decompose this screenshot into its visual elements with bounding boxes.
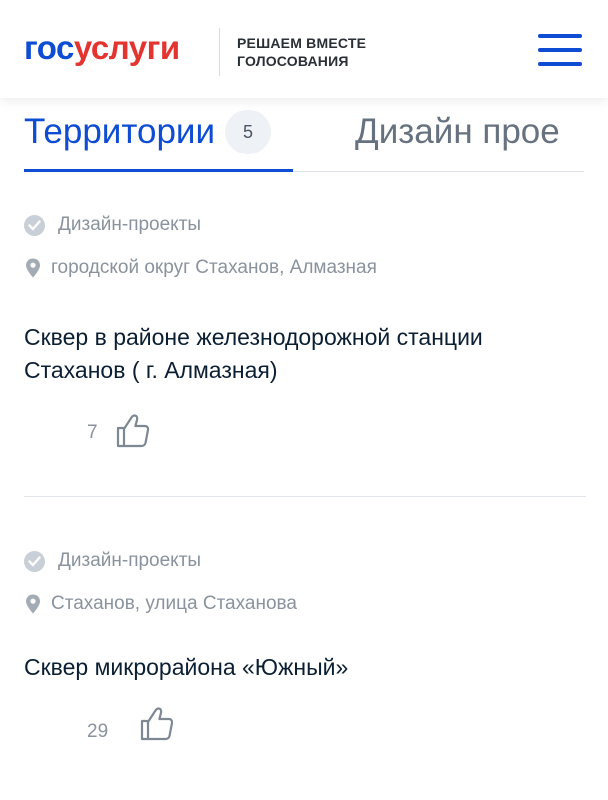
tagline-line-2: ГОЛОСОВАНИЯ [237,53,349,69]
tab-design-projects-label: Дизайн прое [355,112,560,151]
app-header: госуслуги РЕШАЕМ ВМЕСТЕ ГОЛОСОВАНИЯ [0,0,608,98]
project-card[interactable]: Дизайн-проекты Стаханов, улица Стаханова… [24,546,584,752]
like-count: 7 [87,422,98,443]
thumbs-up-icon[interactable] [140,706,174,742]
tab-territories[interactable]: Территории 5 [24,110,272,170]
project-category: Дизайн-проекты [58,550,202,571]
project-category: Дизайн-проекты [58,214,202,235]
tab-territories-count-badge: 5 [225,110,272,154]
service-tagline: РЕШАЕМ ВМЕСТЕ ГОЛОСОВАНИЯ [237,34,366,70]
logo-part-gos: гос [24,29,74,66]
tab-design-projects[interactable]: Дизайн прое [355,110,560,170]
project-title[interactable]: Сквер в районе железнодорожной станции С… [24,321,564,387]
tab-overflow-edge [582,98,608,170]
likes-block: 29 [24,707,584,752]
likes-block: 7 [24,413,584,453]
project-category-row: Дизайн-проекты [24,210,584,240]
active-tab-indicator [24,169,293,172]
card-divider [24,496,586,497]
check-circle-icon [24,551,45,572]
tab-bar: Территории 5 Дизайн прое [0,98,608,174]
check-circle-icon [24,215,45,236]
map-pin-icon [26,594,40,614]
map-pin-icon [26,258,40,278]
gosuslugi-logo[interactable]: госуслуги [24,30,180,66]
project-card[interactable]: Дизайн-проекты городской округ Стаханов,… [24,210,584,453]
tab-territories-label: Территории [24,112,216,151]
project-location-row: Стаханов, улица Стаханова [24,589,584,619]
project-title[interactable]: Сквер микрорайона «Южный» [24,651,564,684]
tagline-line-1: РЕШАЕМ ВМЕСТЕ [237,35,367,51]
header-divider [219,28,220,76]
logo-part-uslugi: услуги [73,29,180,66]
project-location: городской округ Стаханов, Алмазная [51,257,377,278]
project-category-row: Дизайн-проекты [24,546,584,576]
thumbs-up-icon[interactable] [116,413,150,449]
project-location: Стаханов, улица Стаханова [51,593,297,614]
like-count: 29 [87,721,109,742]
project-location-row: городской округ Стаханов, Алмазная [24,253,584,283]
menu-icon[interactable] [538,32,582,68]
